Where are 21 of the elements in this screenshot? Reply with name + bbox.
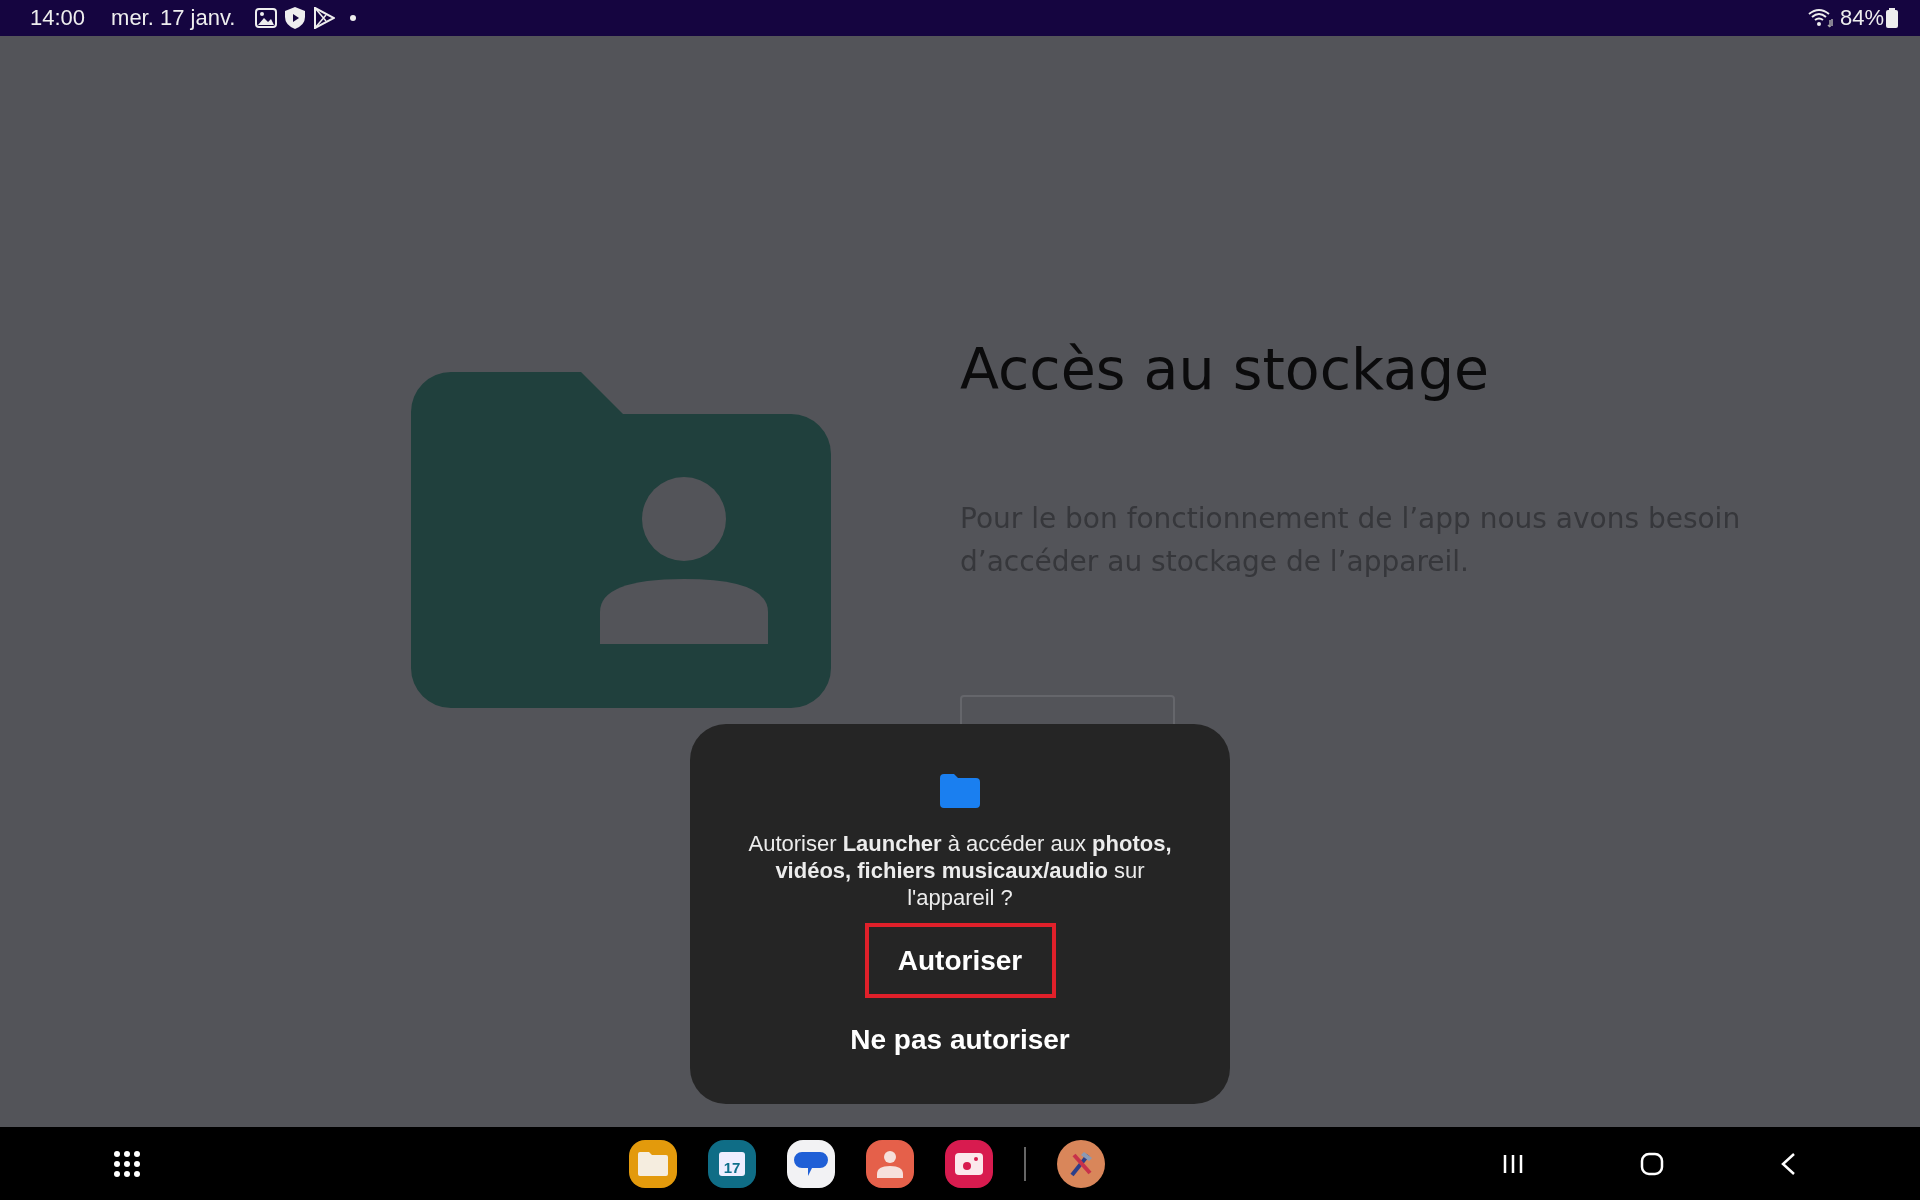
- allow-button[interactable]: Autoriser: [864, 923, 1056, 998]
- date: mer. 17 janv.: [111, 5, 236, 31]
- camera-app-icon[interactable]: [945, 1139, 993, 1188]
- battery-icon: [1886, 8, 1898, 28]
- folder-icon: [940, 774, 980, 808]
- wifi-icon: [1807, 8, 1834, 28]
- permission-message: Autoriser Launcher à accéder aux photos, vidéos, fichiers musicaux/audio sur l'appareil ?: [747, 830, 1173, 911]
- image-icon: [255, 8, 278, 28]
- play-triangle-icon: [313, 7, 336, 29]
- calendar-app-icon[interactable]: 17: [708, 1139, 756, 1188]
- notification-dot-icon: [349, 14, 358, 22]
- battery-percentage: 84%: [1839, 5, 1884, 31]
- contacts-app-icon[interactable]: [866, 1139, 914, 1188]
- page-title: Accès au stockage: [960, 335, 1490, 404]
- apps-grid-icon[interactable]: [113, 1149, 141, 1178]
- clock: 14:00: [30, 5, 86, 31]
- shield-icon: [285, 7, 306, 29]
- files-app-icon[interactable]: [629, 1139, 677, 1188]
- tools-app-icon[interactable]: [1057, 1139, 1105, 1188]
- messages-app-icon[interactable]: [787, 1139, 835, 1188]
- deny-button[interactable]: Ne pas autoriser: [836, 1012, 1084, 1068]
